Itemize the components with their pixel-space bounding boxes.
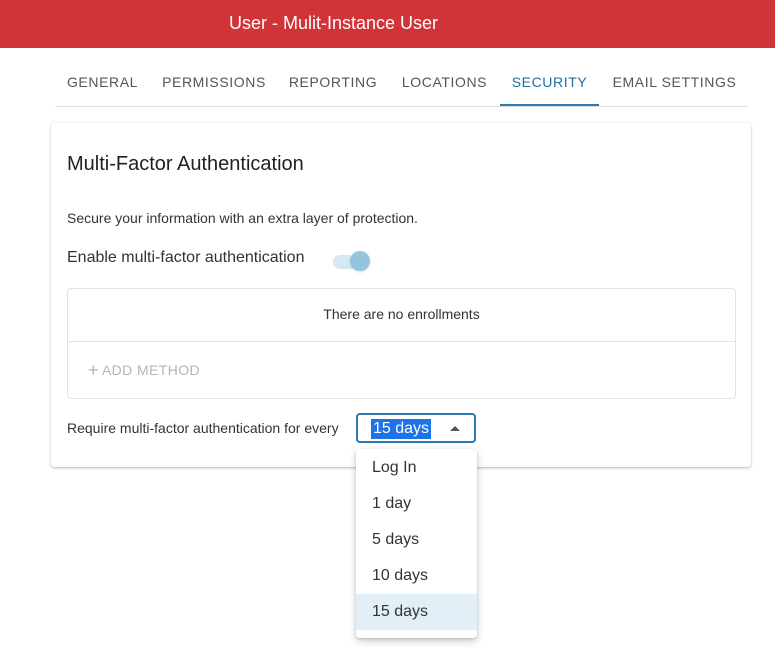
mfa-card: Multi-Factor Authentication Secure your … [51, 123, 751, 467]
toggle-thumb [350, 251, 370, 271]
caret-up-icon [450, 426, 460, 431]
section-title: Multi-Factor Authentication [67, 153, 304, 175]
tab-bar: GENERAL PERMISSIONS REPORTING LOCATIONS … [55, 60, 748, 107]
tab-permissions[interactable]: PERMISSIONS [152, 60, 276, 106]
add-method-label: ADD METHOD [101, 362, 201, 378]
option-1-day[interactable]: 1 day [356, 486, 477, 522]
tab-locations[interactable]: LOCATIONS [390, 60, 499, 106]
select-value: 15 days [371, 419, 432, 439]
option-15-days[interactable]: 15 days [356, 594, 477, 630]
require-mfa-dropdown: Log In 1 day 5 days 10 days 15 days [356, 449, 477, 638]
plus-icon: + [88, 360, 99, 380]
require-mfa-label: Require multi-factor authentication for … [67, 420, 339, 436]
option-10-days[interactable]: 10 days [356, 558, 477, 594]
add-method-button[interactable]: + ADD METHOD [88, 359, 200, 381]
mfa-toggle-switch[interactable] [333, 251, 371, 271]
enrollments-empty-message: There are no enrollments [68, 289, 735, 342]
page-title: User - Mulit-Instance User [229, 13, 439, 33]
tab-security[interactable]: SECURITY [500, 60, 599, 106]
tab-email-settings[interactable]: EMAIL SETTINGS [601, 60, 748, 106]
app-header: User - Mulit-Instance User [0, 0, 775, 48]
mfa-toggle-label: Enable multi-factor authentication [67, 249, 305, 266]
section-description: Secure your information with an extra la… [67, 210, 418, 226]
enrollments-panel: There are no enrollments + ADD METHOD [67, 288, 736, 399]
tab-general[interactable]: GENERAL [55, 60, 150, 106]
require-mfa-select[interactable]: 15 days [356, 413, 476, 443]
option-5-days[interactable]: 5 days [356, 522, 477, 558]
tab-reporting[interactable]: REPORTING [278, 60, 388, 106]
option-log-in[interactable]: Log In [356, 450, 477, 486]
